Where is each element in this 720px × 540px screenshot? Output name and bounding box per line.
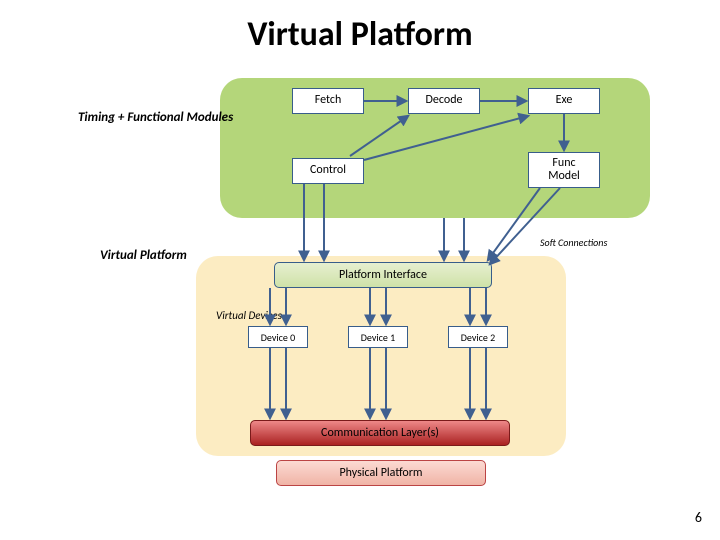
- physical-platform-box: Physical Platform: [276, 460, 486, 486]
- communication-layer-box: Communication Layer(s): [250, 420, 510, 446]
- page-number: 6: [695, 509, 702, 526]
- page-title: Virtual Platform: [0, 14, 720, 55]
- platform-interface-box: Platform Interface: [274, 262, 492, 288]
- virtual-platform-label: Virtual Platform: [100, 248, 187, 263]
- device-1-box: Device 1: [348, 326, 408, 348]
- virtual-devices-label: Virtual Devices: [216, 309, 282, 322]
- func-model-box: FuncModel: [528, 152, 600, 188]
- fetch-box: Fetch: [292, 88, 364, 114]
- soft-connections-label: Soft Connections: [540, 236, 607, 249]
- control-box: Control: [292, 158, 364, 184]
- exe-box: Exe: [528, 88, 600, 114]
- device-2-box: Device 2: [448, 326, 508, 348]
- decode-box: Decode: [408, 88, 480, 114]
- timing-functional-label: Timing + Functional Modules: [78, 110, 233, 125]
- device-0-box: Device 0: [248, 326, 308, 348]
